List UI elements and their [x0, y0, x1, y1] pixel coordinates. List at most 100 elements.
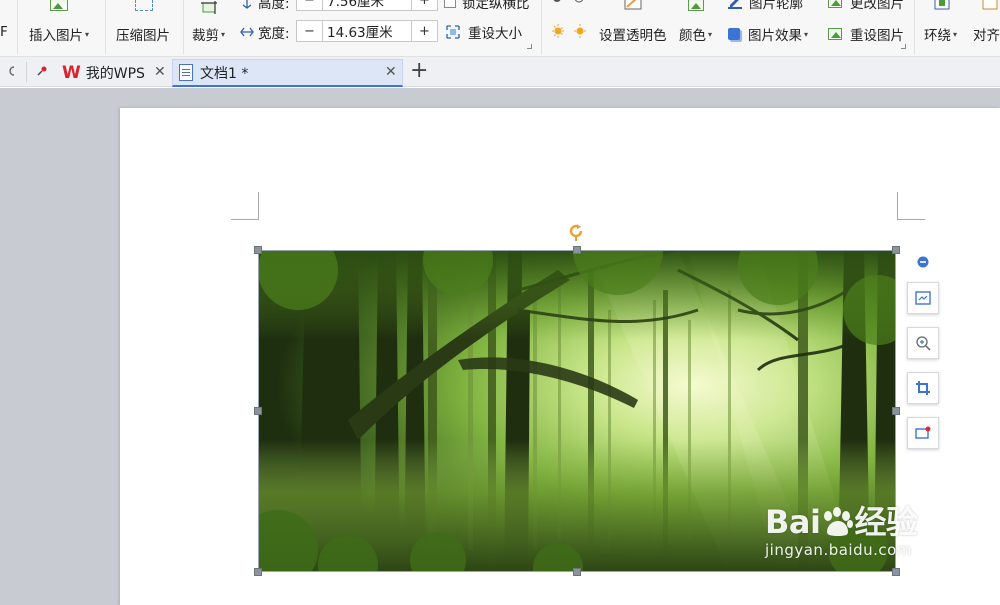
width-value[interactable]: 14.63厘米 [323, 21, 411, 41]
height-decrease-button[interactable]: − [297, 0, 323, 10]
change-picture-button[interactable]: 更改图片 [828, 0, 904, 12]
picture-effects-icon [728, 28, 740, 40]
change-picture-label: 更改图片 [850, 0, 904, 12]
height-increase-button[interactable]: + [411, 0, 437, 10]
chevron-down-icon: ▾ [708, 29, 713, 39]
reset-picture-button[interactable]: 重设图片 [828, 24, 904, 44]
lock-ratio-label: 锁定纵横比 [462, 0, 530, 12]
tab-mywps-label: 我的WPS [85, 66, 145, 82]
collapse-tools-icon[interactable] [917, 256, 929, 268]
lock-ratio-checkbox[interactable]: 锁定纵横比 [444, 0, 530, 12]
insert-picture-button[interactable]: 插入图片 ▾ [29, 24, 89, 44]
tab-mywps[interactable]: W 我的WPS ✕ [56, 59, 172, 87]
tab-doc1-label: 文档1 * [200, 65, 249, 82]
width-row: 宽度: [240, 22, 290, 42]
height-row: 高度: [240, 0, 290, 12]
height-label: 高度: [258, 0, 290, 12]
height-icon [242, 0, 252, 9]
resize-handle-bottom[interactable] [573, 568, 581, 576]
ribbon-divider [541, 0, 542, 54]
ribbon-divider [183, 0, 184, 54]
height-stepper[interactable]: − 7.56厘米 + [296, 0, 438, 11]
dialog-launcher-icon[interactable] [527, 44, 532, 49]
ribbon-divider [914, 0, 915, 54]
resize-handle-top[interactable] [573, 246, 581, 254]
layout-options-button[interactable] [907, 282, 939, 314]
set-transparent-button[interactable]: 设置透明色 [599, 24, 667, 44]
watermark-cn: 经验 [854, 503, 918, 541]
tab-divider [26, 62, 27, 82]
picture-effects-label: 图片效果 [748, 28, 802, 44]
resize-handle-top-right[interactable] [892, 246, 900, 254]
zoom-in-icon [916, 336, 931, 351]
document-tab-bar: W 我的WPS ✕ 文档1 * ✕ + [0, 57, 1000, 87]
crop-button[interactable]: 裁剪 ▾ [192, 24, 225, 44]
align-button[interactable]: 对齐 [973, 24, 1000, 44]
change-picture-icon [828, 0, 842, 8]
insert-picture-label: 插入图片 [29, 28, 83, 44]
chevron-down-icon: ▾ [85, 29, 90, 39]
ribbon-cut-label: F [0, 24, 8, 40]
set-transparent-icon [624, 0, 644, 10]
color-label: 颜色 [679, 28, 706, 44]
new-tab-button[interactable]: + [410, 58, 428, 83]
zoom-picture-button[interactable] [907, 327, 939, 359]
chevron-down-icon: ▾ [953, 29, 958, 39]
set-transparent-label: 设置透明色 [599, 28, 667, 44]
resize-handle-top-left[interactable] [254, 246, 262, 254]
ribbon-divider [17, 0, 18, 54]
watermark-sub: jingyan.baidu.com [765, 541, 912, 559]
height-value[interactable]: 7.56厘米 [323, 0, 411, 10]
close-icon[interactable]: ✕ [385, 64, 397, 80]
chevron-down-icon: ▾ [804, 29, 809, 39]
crop-tool-button[interactable] [907, 372, 939, 404]
document-icon [179, 64, 193, 81]
reset-size-icon [446, 25, 460, 39]
resize-handle-bottom-right[interactable] [892, 568, 900, 576]
reset-size-button[interactable]: 重设大小 [446, 22, 522, 42]
picture-outline-label: 图片轮廓 [749, 0, 803, 12]
picture-outline-button[interactable]: 图片轮廓 [728, 0, 803, 12]
color-icon [688, 0, 704, 11]
contrast-icons[interactable] [552, 24, 586, 38]
tab-doc1[interactable]: 文档1 * ✕ [172, 59, 403, 87]
close-icon[interactable]: ✕ [154, 64, 166, 80]
brightness-icon [552, 0, 586, 6]
watermark-latin: Bai [765, 503, 821, 541]
ribbon-toolbar: F 插入图片 ▾ 压缩图片 裁剪 ▾ 高度: − 7.56厘米 + 宽度: − [0, 0, 1000, 57]
resize-handle-right[interactable] [892, 407, 900, 415]
resize-handle-bottom-left[interactable] [254, 568, 262, 576]
rotate-handle-icon[interactable] [566, 221, 586, 241]
checkbox-icon [444, 0, 456, 8]
insert-picture-icon [50, 0, 68, 11]
crop-icon [200, 0, 220, 14]
wps-logo-icon: W [62, 63, 81, 83]
width-label: 宽度: [258, 26, 290, 42]
picture-frame-button[interactable] [907, 417, 939, 449]
wrap-icon [934, 0, 952, 10]
color-button[interactable]: 颜色 ▾ [679, 24, 712, 44]
ribbon-cut-item[interactable]: F [0, 24, 8, 40]
dialog-launcher-icon[interactable] [901, 44, 906, 49]
chevron-down-icon: ▾ [221, 29, 226, 39]
reset-picture-icon [828, 28, 842, 40]
width-decrease-button[interactable]: − [297, 21, 323, 41]
pin-icon[interactable] [36, 65, 48, 77]
compress-picture-button[interactable]: 压缩图片 [116, 24, 170, 44]
wrap-label: 环绕 [924, 28, 951, 44]
crop-icon [916, 381, 930, 395]
compress-picture-icon [135, 0, 153, 11]
width-stepper[interactable]: − 14.63厘米 + [296, 20, 438, 42]
reset-picture-label: 重设图片 [850, 28, 904, 44]
tab-scroll-icon[interactable] [6, 65, 16, 77]
width-icon [240, 27, 254, 37]
ribbon-divider [105, 0, 106, 54]
resize-handle-left[interactable] [254, 407, 262, 415]
align-icon [982, 0, 1000, 10]
picture-effects-button[interactable]: 图片效果 ▾ [728, 24, 808, 44]
margin-mark-top-left [231, 192, 259, 220]
align-label: 对齐 [973, 28, 1000, 44]
width-increase-button[interactable]: + [411, 21, 437, 41]
wrap-button[interactable]: 环绕 ▾ [924, 24, 957, 44]
picture-frame-icon [915, 426, 931, 439]
